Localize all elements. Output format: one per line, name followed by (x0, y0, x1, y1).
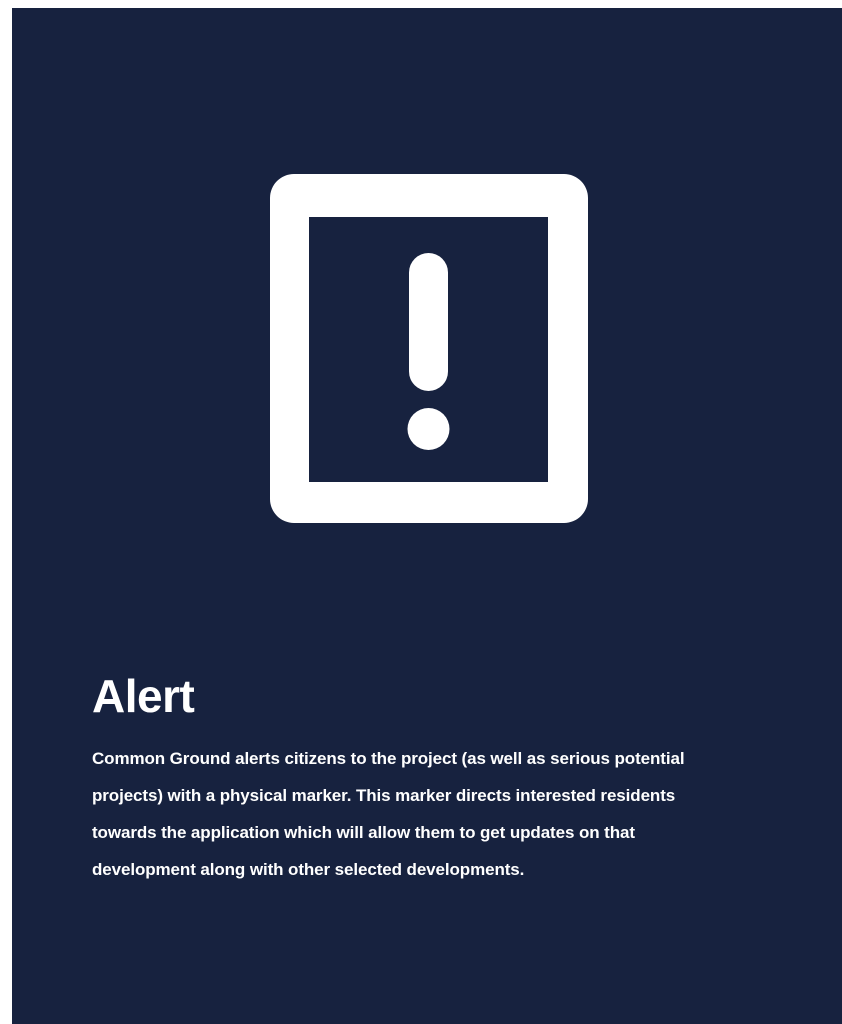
section-title: Alert (92, 670, 195, 722)
alert-exclamation-icon (270, 174, 588, 523)
section-description: Common Ground alerts citizens to the pro… (92, 749, 685, 879)
alert-card: Alert Common Ground alerts citizens to t… (12, 8, 842, 1024)
